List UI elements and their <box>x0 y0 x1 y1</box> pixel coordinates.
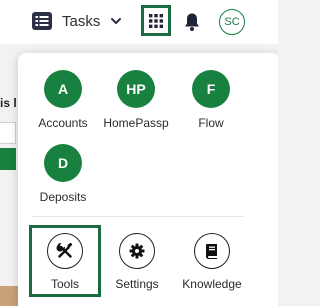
gear-icon <box>129 243 145 259</box>
app-icon-accounts: A <box>44 70 82 108</box>
book-icon <box>206 244 217 259</box>
tool-label-knowledge: Knowledge <box>182 277 242 291</box>
app-label-accounts: Accounts <box>38 116 88 130</box>
app-tile-homepass[interactable]: HP HomePassp <box>99 70 173 130</box>
panel-divider <box>32 216 243 217</box>
app-label-flow: Flow <box>198 116 224 130</box>
bell-icon[interactable] <box>183 12 201 32</box>
background-button-fragment <box>0 148 16 170</box>
chevron-down-icon <box>111 18 122 24</box>
tool-tile-settings[interactable]: Settings <box>106 233 168 291</box>
top-bar: Tasks SC <box>0 0 278 44</box>
app-label-homepass: HomePassp <box>103 116 169 130</box>
background-input-fragment <box>0 122 16 144</box>
list-icon <box>32 12 52 30</box>
knowledge-icon-circle <box>194 233 230 269</box>
app-icon-deposits: D <box>44 144 82 182</box>
tasks-label: Tasks <box>62 12 101 30</box>
tool-tile-tools[interactable]: Tools <box>34 233 96 291</box>
app-icon-flow: F <box>192 70 230 108</box>
grid-icon <box>149 13 163 28</box>
app-icon-homepass: HP <box>117 70 155 108</box>
app-tile-flow[interactable]: F Flow <box>174 70 248 130</box>
tasks-menu-button[interactable]: Tasks <box>32 9 122 33</box>
app-label-deposits: Deposits <box>39 190 87 204</box>
settings-icon-circle <box>119 233 155 269</box>
app-tile-deposits[interactable]: D Deposits <box>26 144 100 204</box>
user-avatar[interactable]: SC <box>219 9 245 35</box>
tool-label-tools: Tools <box>50 277 79 291</box>
apps-dropdown-panel: A Accounts HP HomePassp F Flow D Deposit… <box>18 53 278 306</box>
app-tile-accounts[interactable]: A Accounts <box>26 70 100 130</box>
tool-tile-knowledge[interactable]: Knowledge <box>181 233 243 291</box>
apps-launcher-button[interactable] <box>141 5 171 36</box>
background-image-fragment <box>0 286 18 306</box>
background-text-fragment: is l <box>0 96 17 110</box>
tools-icon-circle <box>47 233 83 269</box>
tools-icon <box>56 242 73 258</box>
tool-label-settings: Settings <box>115 277 159 291</box>
page: is l Tasks SC A Accounts HP HomePassp F … <box>0 0 278 306</box>
